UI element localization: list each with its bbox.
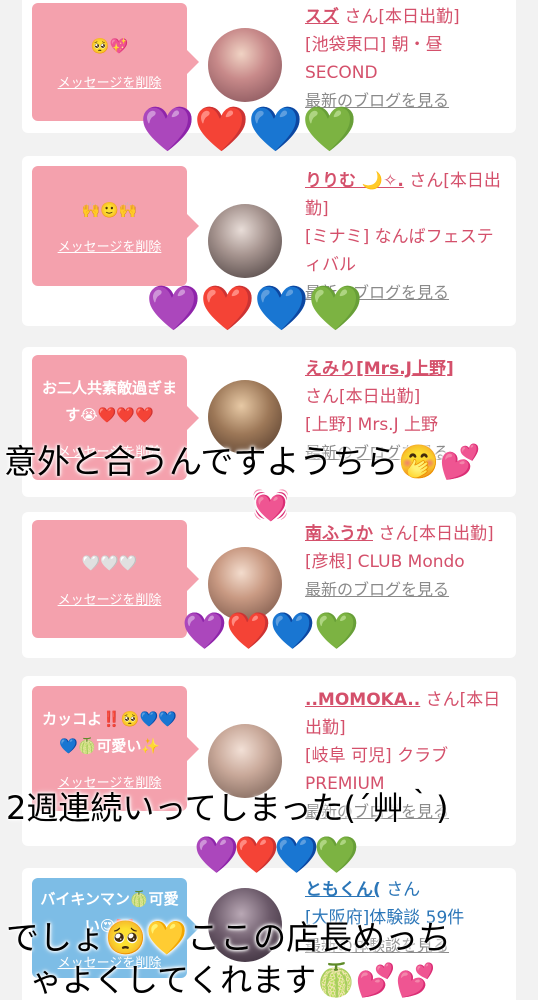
cast-name-link[interactable]: スズ [305, 7, 339, 27]
message-text: カッコよ‼️🥺💙💙💙🍈可愛い✨ [42, 710, 177, 755]
red-heart-icon: ❤️ [194, 104, 249, 155]
cast-status: さん[本日出勤] [305, 387, 421, 407]
cast-status: さん[本日出勤] [378, 524, 494, 544]
message-text: 🤍🤍🤍 [81, 554, 138, 572]
purple-heart-icon: 💜 [194, 835, 239, 876]
cast-area: [上野] Mrs.J 上野 [305, 415, 439, 435]
red-heart-icon: ❤️ [226, 611, 271, 652]
green-heart-icon: 💚 [314, 611, 359, 652]
message-bubble: 🤍🤍🤍 メッセージを削除 [32, 520, 199, 638]
story-caption: ゃよくしてくれます🍈💕💕 [30, 961, 436, 999]
delete-message-link[interactable]: メッセージを削除 [58, 589, 162, 608]
red-heart-icon: ❤️ [234, 835, 279, 876]
message-text: お二人共素敵過ぎます😭❤️❤️❤️ [41, 379, 177, 424]
cast-area: [ミナミ] なんばフェスティバル [305, 227, 494, 275]
green-heart-icon: 💚 [308, 283, 363, 334]
heart-sticker-row: 💜 ❤️ 💙 💚 [194, 830, 359, 882]
cast-name-link[interactable]: ..MOMOKA.. [305, 690, 420, 710]
blue-heart-icon: 💙 [274, 835, 319, 876]
cast-name-link[interactable]: えみり[Mrs.J上野] [305, 359, 454, 379]
avatar[interactable] [208, 204, 282, 278]
cast-status: さん[本日出勤] [344, 7, 460, 27]
heart-sticker-row: 💜 ❤️ 💙 💚 [140, 104, 357, 156]
blog-link[interactable]: 最新のブログを見る [305, 580, 449, 599]
green-heart-icon: 💚 [314, 835, 359, 876]
heart-sticker-row: 💜 ❤️ 💙 💚 [182, 606, 359, 658]
message-bubble: 🙌🙂🙌 メッセージを削除 [32, 166, 199, 286]
story-caption: 2週連続いってしまった(´艸｀) [6, 789, 449, 827]
blue-heart-icon: 💙 [248, 104, 303, 155]
red-heart-icon: ❤️ [200, 283, 255, 334]
cast-info: 南ふうか さん[本日出勤] [彦根] CLUB Mondo 最新のブログを見る [305, 520, 505, 604]
purple-heart-icon: 💜 [182, 611, 227, 652]
delete-message-link[interactable]: メッセージを削除 [58, 236, 162, 255]
cast-name-link[interactable]: りりむ 🌙✧. [305, 171, 404, 191]
blue-heart-icon: 💙 [254, 283, 309, 334]
purple-heart-icon: 💜 [140, 104, 195, 155]
cast-status: さん [386, 880, 421, 900]
green-heart-icon: 💚 [302, 104, 357, 155]
message-text: 🥺💖 [90, 37, 129, 55]
delete-message-link[interactable]: メッセージを削除 [58, 72, 162, 91]
message-feed: 🥺💖 メッセージを削除 スズ さん[本日出勤] [池袋東口] 朝・昼SECOND… [0, 0, 538, 1000]
heart-sticker-row: 💜 ❤️ 💙 💚 [146, 283, 363, 335]
blue-heart-icon: 💙 [270, 611, 315, 652]
cast-info: スズ さん[本日出勤] [池袋東口] 朝・昼SECOND 最新のブログを見る [305, 3, 505, 115]
cast-name-link[interactable]: ともくん( [305, 880, 381, 900]
cast-area: [池袋東口] 朝・昼SECOND [305, 35, 443, 83]
cast-area: [彦根] CLUB Mondo [305, 552, 465, 572]
message-text: 🙌🙂🙌 [81, 201, 138, 219]
story-caption: でしょ🥺💛ここの店長めっち [6, 918, 452, 957]
avatar[interactable] [208, 28, 282, 102]
heart-pulse-icon: 💓 [252, 488, 290, 523]
purple-heart-icon: 💜 [146, 283, 201, 334]
story-caption: 意外と合うんですようちら🤭💕 [4, 442, 481, 481]
cast-name-link[interactable]: 南ふうか [305, 524, 373, 544]
